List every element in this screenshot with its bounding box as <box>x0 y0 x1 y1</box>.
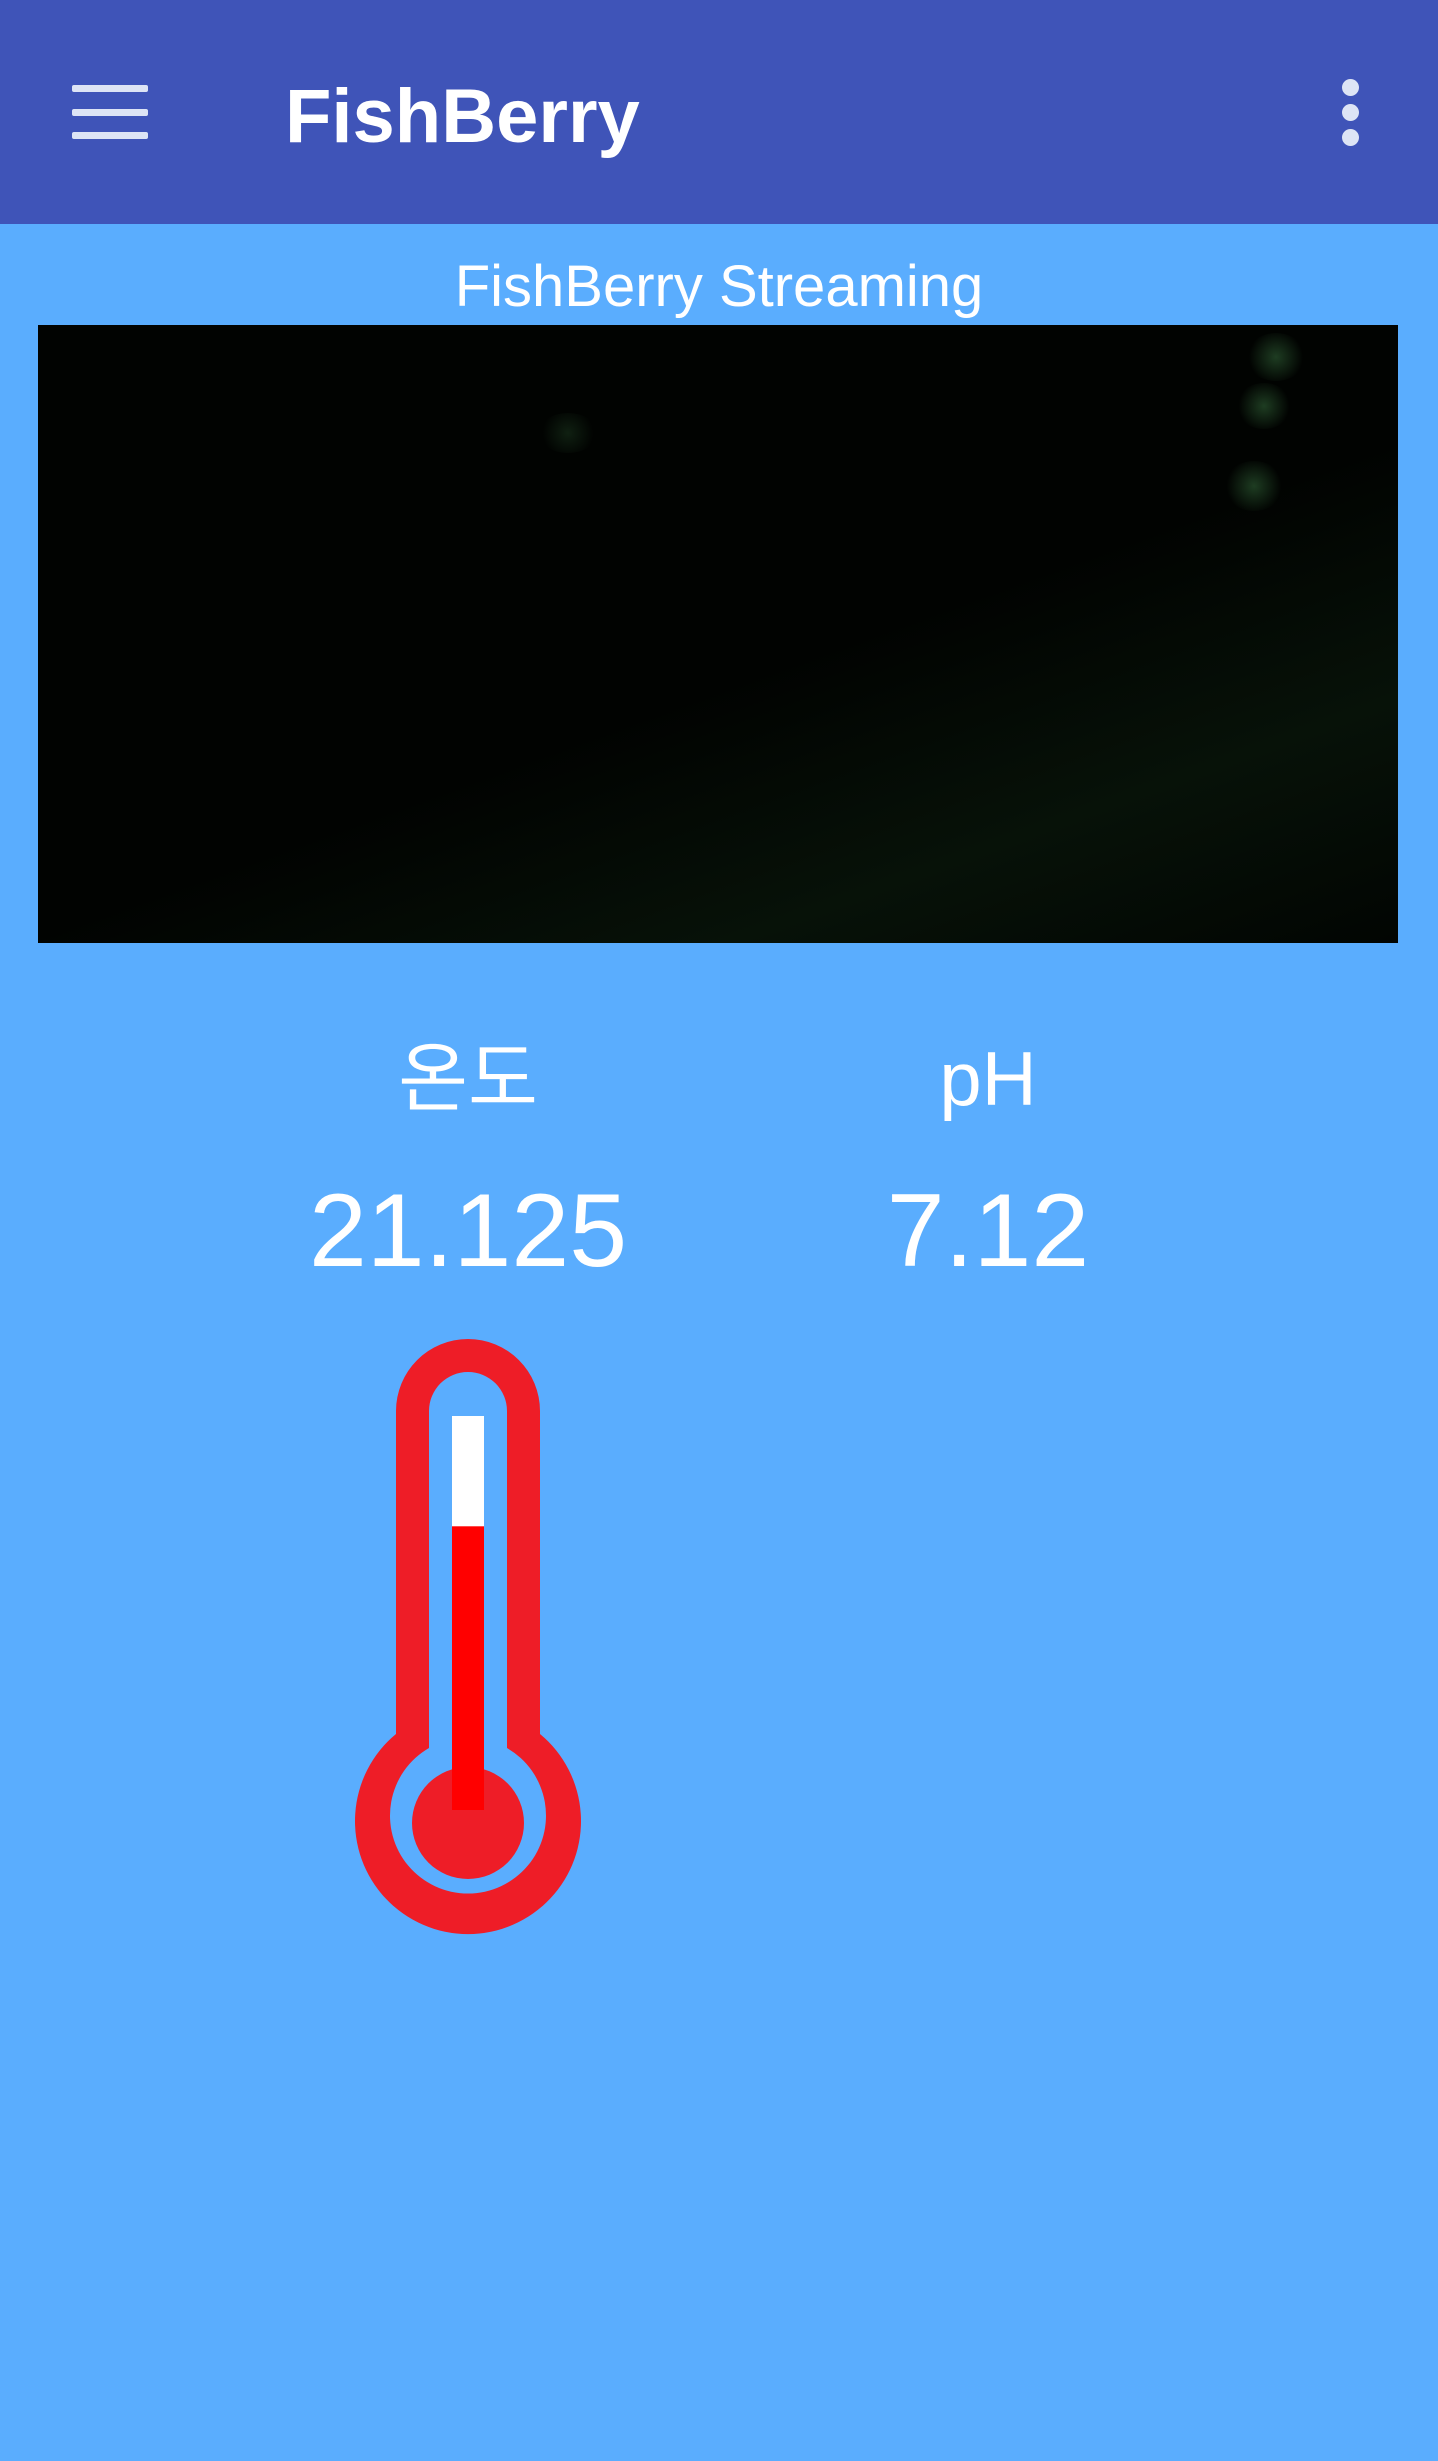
temperature-value: 21.125 <box>308 1173 628 1289</box>
temperature-label: 온도 <box>398 1037 538 1122</box>
more-vertical-icon-dot <box>1341 103 1359 121</box>
hamburger-menu-icon <box>72 85 148 139</box>
stream-title: FishBerry Streaming <box>454 254 984 319</box>
thermometer-mercury-level <box>452 1526 484 1810</box>
ph-label: pH <box>939 1037 1037 1122</box>
video-stream[interactable] <box>38 325 1398 943</box>
ph-value: 7.12 <box>886 1173 1090 1289</box>
menu-button[interactable] <box>40 52 180 172</box>
more-vertical-icon-dot <box>1341 128 1359 146</box>
more-vertical-icon-dot <box>1341 78 1359 96</box>
thermometer-icon <box>355 1339 581 1935</box>
app-title: FishBerry <box>285 74 640 159</box>
overflow-menu-button[interactable] <box>1310 52 1390 172</box>
app-bar: FishBerry <box>0 0 1438 224</box>
